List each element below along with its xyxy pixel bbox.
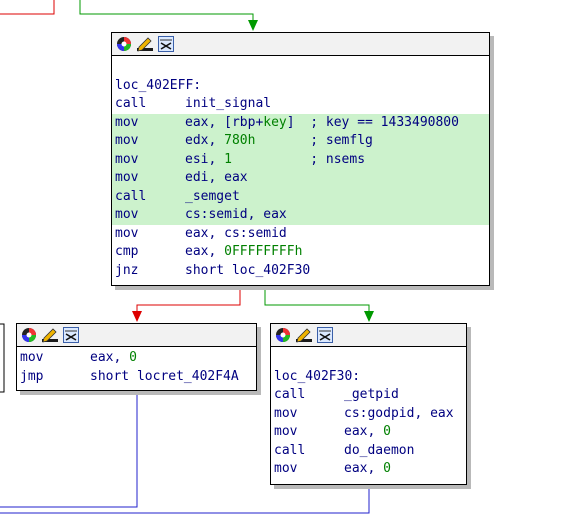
code-block-true-branch[interactable]: loc_402F30: call _getpid mov cs:godpid, ea… (270, 323, 467, 485)
code-block-false-branch[interactable]: mov eax, 0 jmp short locret_402F4A (16, 323, 257, 391)
edge-in-red (0, 0, 55, 15)
edge-left-out[interactable] (0, 391, 138, 508)
instruction-line[interactable]: mov edx, 780h ; semflg (112, 132, 489, 151)
edit-pencil-icon[interactable] (41, 326, 59, 344)
block-header (112, 33, 489, 56)
instruction-line[interactable]: mov cs:semid, eax (112, 206, 489, 225)
edit-pencil-icon[interactable] (136, 35, 154, 53)
color-palette-icon[interactable] (20, 326, 38, 344)
block-header (17, 324, 256, 347)
edge-right-out[interactable] (0, 485, 370, 514)
instruction-line[interactable]: mov edi, eax (112, 169, 489, 188)
graph-grouping-icon[interactable] (62, 326, 80, 344)
block-label: loc_402EFF: (115, 77, 202, 93)
edge-in-green[interactable] (79, 0, 258, 31)
instruction-line[interactable]: call _semget (112, 187, 489, 206)
graph-grouping-icon[interactable] (157, 35, 175, 53)
block-header (271, 324, 466, 347)
offscreen-block-edge (0, 323, 5, 393)
edge-false-branch[interactable] (132, 286, 241, 322)
instruction-line[interactable]: call _getpid (271, 386, 466, 405)
color-palette-icon[interactable] (274, 326, 292, 344)
color-palette-icon[interactable] (115, 35, 133, 53)
instruction-line[interactable]: mov eax, [rbp+key] ; key == 1433490800 (112, 113, 489, 132)
instruction-line[interactable]: cmp eax, 0FFFFFFFFh (112, 243, 489, 262)
instruction-line[interactable]: jmp short locret_402F4A (17, 368, 256, 387)
instruction-line[interactable]: mov cs:godpid, eax (271, 405, 466, 424)
instruction-line[interactable]: mov eax, 0 (271, 460, 466, 479)
graph-grouping-icon[interactable] (316, 326, 334, 344)
instruction-line[interactable]: mov eax, 0 (17, 349, 256, 368)
instruction-line[interactable]: call init_signal (112, 95, 489, 114)
edge-true-branch[interactable] (264, 286, 374, 322)
instruction-line[interactable]: jnz short loc_402F30 (112, 262, 489, 281)
code-block-main[interactable]: loc_402EFF: call init_signal mov eax, [rbp… (111, 32, 490, 286)
instruction-line[interactable]: mov eax, 0 (271, 423, 466, 442)
instruction-line[interactable]: mov esi, 1 ; nsems (112, 150, 489, 169)
instruction-line[interactable]: mov eax, cs:semid (112, 225, 489, 244)
instruction-line[interactable]: call do_daemon (271, 442, 466, 461)
block-label: loc_402F30: (274, 368, 361, 384)
edit-pencil-icon[interactable] (295, 326, 313, 344)
